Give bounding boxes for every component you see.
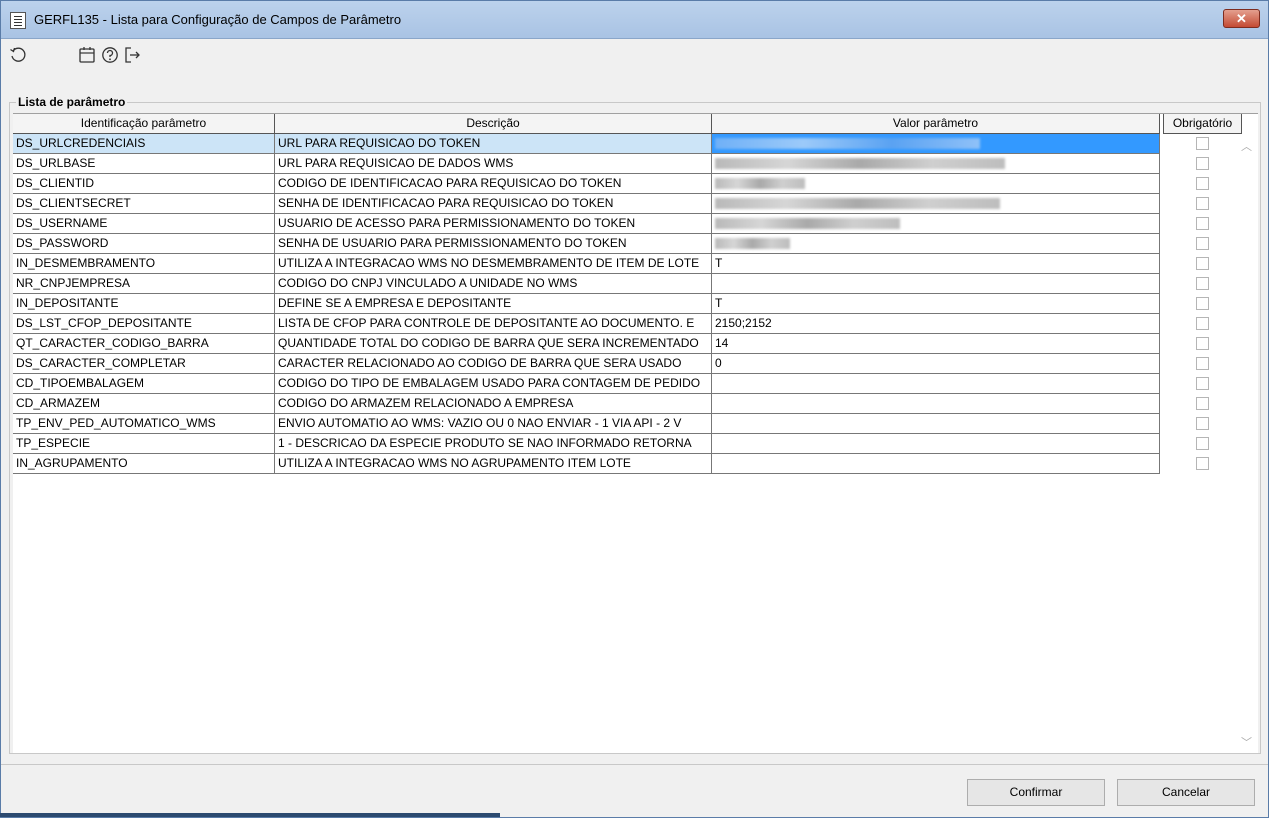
exit-icon[interactable]	[123, 46, 141, 64]
cell-valor[interactable]: 14	[712, 334, 1160, 354]
cell-identificacao[interactable]: DS_USERNAME	[13, 214, 275, 234]
redacted-value	[715, 138, 980, 149]
cell-descricao[interactable]: CODIGO DE IDENTIFICACAO PARA REQUISICAO …	[275, 174, 712, 194]
dialog-window: GERFL135 - Lista para Configuração de Ca…	[0, 0, 1269, 818]
obrigatorio-checkbox[interactable]	[1196, 337, 1209, 350]
header-obrigatorio[interactable]: Obrigatório	[1163, 114, 1242, 134]
cell-descricao[interactable]: UTILIZA A INTEGRACAO WMS NO AGRUPAMENTO …	[275, 454, 712, 474]
obrigatorio-checkbox[interactable]	[1196, 297, 1209, 310]
obrigatorio-checkbox[interactable]	[1196, 237, 1209, 250]
cell-valor[interactable]	[712, 154, 1160, 174]
cell-descricao[interactable]: DEFINE SE A EMPRESA E DEPOSITANTE	[275, 294, 712, 314]
cell-descricao[interactable]: CODIGO DO TIPO DE EMBALAGEM USADO PARA C…	[275, 374, 712, 394]
header-descricao[interactable]: Descrição	[275, 114, 712, 134]
redacted-value	[715, 178, 805, 189]
cell-descricao[interactable]: SENHA DE IDENTIFICACAO PARA REQUISICAO D…	[275, 194, 712, 214]
cell-valor[interactable]: 2150;2152	[712, 314, 1160, 334]
obrigatorio-checkbox[interactable]	[1196, 417, 1209, 430]
redacted-value	[715, 238, 790, 249]
obrigatorio-checkbox[interactable]	[1196, 197, 1209, 210]
cell-descricao[interactable]: URL PARA REQUISICAO DO TOKEN	[275, 134, 712, 154]
cell-valor[interactable]	[712, 454, 1160, 474]
cell-valor[interactable]	[712, 194, 1160, 214]
cell-valor[interactable]	[712, 394, 1160, 414]
obrigatorio-checkbox[interactable]	[1196, 397, 1209, 410]
cell-identificacao[interactable]: DS_CARACTER_COMPLETAR	[13, 354, 275, 374]
cell-identificacao[interactable]: DS_CLIENTSECRET	[13, 194, 275, 214]
confirm-button[interactable]: Confirmar	[967, 779, 1105, 806]
cell-descricao[interactable]: USUARIO DE ACESSO PARA PERMISSIONAMENTO …	[275, 214, 712, 234]
window-title: GERFL135 - Lista para Configuração de Ca…	[34, 12, 402, 27]
cell-valor[interactable]: T	[712, 254, 1160, 274]
cell-identificacao[interactable]: NR_CNPJEMPRESA	[13, 274, 275, 294]
cell-descricao[interactable]: LISTA DE CFOP PARA CONTROLE DE DEPOSITAN…	[275, 314, 712, 334]
cell-valor[interactable]: 0	[712, 354, 1160, 374]
obrigatorio-checkbox[interactable]	[1196, 317, 1209, 330]
obrigatorio-checkbox[interactable]	[1196, 137, 1209, 150]
cell-identificacao[interactable]: TP_ESPECIE	[13, 434, 275, 454]
group-title: Lista de parâmetro	[16, 95, 128, 109]
obrigatorio-checkbox[interactable]	[1196, 437, 1209, 450]
cell-valor[interactable]	[712, 214, 1160, 234]
cell-valor[interactable]	[712, 174, 1160, 194]
cell-descricao[interactable]: CARACTER RELACIONADO AO CODIGO DE BARRA …	[275, 354, 712, 374]
cell-identificacao[interactable]: IN_DEPOSITANTE	[13, 294, 275, 314]
scroll-up-icon[interactable]: ︿	[1241, 138, 1252, 154]
cell-identificacao[interactable]: DS_URLCREDENCIAIS	[13, 134, 275, 154]
obrigatorio-checkbox[interactable]	[1196, 357, 1209, 370]
cell-identificacao[interactable]: DS_URLBASE	[13, 154, 275, 174]
redacted-value	[715, 158, 1005, 169]
cell-descricao[interactable]: URL PARA REQUISICAO DE DADOS WMS	[275, 154, 712, 174]
close-button[interactable]: ✕	[1223, 9, 1260, 28]
obrigatorio-checkbox[interactable]	[1196, 177, 1209, 190]
obrigatorio-checkbox[interactable]	[1196, 257, 1209, 270]
cell-descricao[interactable]: CODIGO DO CNPJ VINCULADO A UNIDADE NO WM…	[275, 274, 712, 294]
obrigatorio-checkbox[interactable]	[1196, 377, 1209, 390]
cell-descricao[interactable]: UTILIZA A INTEGRACAO WMS NO DESMEMBRAMEN…	[275, 254, 712, 274]
cell-identificacao[interactable]: DS_PASSWORD	[13, 234, 275, 254]
toolbar	[1, 40, 1268, 72]
title-bar: GERFL135 - Lista para Configuração de Ca…	[1, 1, 1268, 39]
cancel-button[interactable]: Cancelar	[1117, 779, 1255, 806]
cell-valor[interactable]	[712, 414, 1160, 434]
cell-valor[interactable]: T	[712, 294, 1160, 314]
cell-identificacao[interactable]: IN_AGRUPAMENTO	[13, 454, 275, 474]
cell-identificacao[interactable]: DS_LST_CFOP_DEPOSITANTE	[13, 314, 275, 334]
cell-descricao[interactable]: SENHA DE USUARIO PARA PERMISSIONAMENTO D…	[275, 234, 712, 254]
calendar-icon[interactable]	[78, 46, 96, 64]
obrigatorio-checkbox[interactable]	[1196, 277, 1209, 290]
cell-valor[interactable]	[712, 234, 1160, 254]
cell-descricao[interactable]: CODIGO DO ARMAZEM RELACIONADO A EMPRESA	[275, 394, 712, 414]
parameter-grid: Identificação parâmetro Descrição Valor …	[13, 113, 1258, 753]
cell-valor[interactable]	[712, 374, 1160, 394]
cell-identificacao[interactable]: DS_CLIENTID	[13, 174, 275, 194]
cell-valor[interactable]	[712, 434, 1160, 454]
obrigatorio-checkbox[interactable]	[1196, 457, 1209, 470]
scroll-down-icon[interactable]: ﹀	[1241, 734, 1252, 750]
cell-identificacao[interactable]: CD_TIPOEMBALAGEM	[13, 374, 275, 394]
obrigatorio-checkbox[interactable]	[1196, 157, 1209, 170]
header-identificacao[interactable]: Identificação parâmetro	[13, 114, 275, 134]
cell-descricao[interactable]: ENVIO AUTOMATIO AO WMS: VAZIO OU 0 NAO E…	[275, 414, 712, 434]
cell-descricao[interactable]: QUANTIDADE TOTAL DO CODIGO DE BARRA QUE …	[275, 334, 712, 354]
obrigatorio-checkbox[interactable]	[1196, 217, 1209, 230]
cell-identificacao[interactable]: QT_CARACTER_CODIGO_BARRA	[13, 334, 275, 354]
redacted-value	[715, 218, 900, 229]
help-icon[interactable]	[101, 46, 119, 64]
document-icon	[10, 12, 26, 29]
taskbar-edge	[0, 813, 500, 817]
cell-identificacao[interactable]: TP_ENV_PED_AUTOMATICO_WMS	[13, 414, 275, 434]
redacted-value	[715, 198, 1000, 209]
cell-identificacao[interactable]: IN_DESMEMBRAMENTO	[13, 254, 275, 274]
refresh-icon[interactable]	[9, 46, 27, 64]
cell-valor[interactable]	[712, 274, 1160, 294]
divider	[1, 764, 1268, 765]
header-valor[interactable]: Valor parâmetro	[712, 114, 1160, 134]
cell-identificacao[interactable]: CD_ARMAZEM	[13, 394, 275, 414]
cell-valor[interactable]	[712, 134, 1160, 154]
cell-descricao[interactable]: 1 - DESCRICAO DA ESPECIE PRODUTO SE NAO …	[275, 434, 712, 454]
